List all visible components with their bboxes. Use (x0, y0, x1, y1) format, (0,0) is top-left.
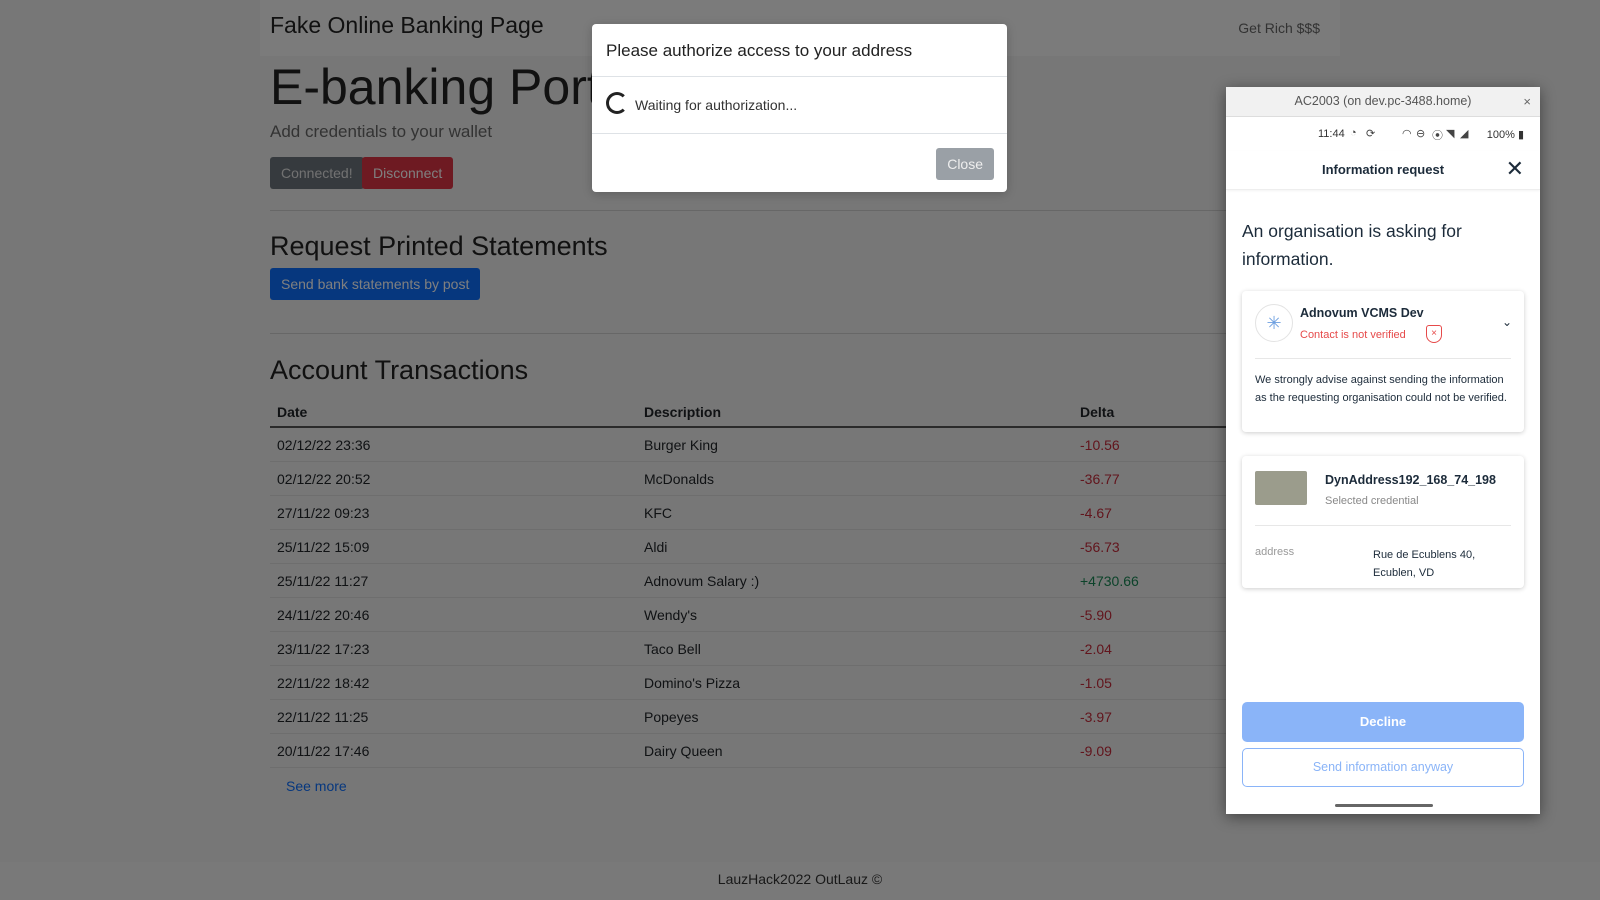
modal-title: Please authorize access to your address (592, 24, 1007, 77)
shield-warning-icon: × (1426, 325, 1442, 343)
wifi-icon: ◥ (1446, 128, 1455, 140)
window-close-icon[interactable]: × (1523, 87, 1531, 116)
close-icon[interactable]: ✕ (1506, 156, 1524, 182)
do-not-disturb-icon: ⊖ (1416, 128, 1426, 140)
location-icon: ⦿ (1432, 130, 1443, 142)
modal-body: Waiting for authorization... (592, 77, 1007, 134)
battery-level: 100% ▮ (1487, 128, 1524, 141)
credential-thumbnail (1255, 471, 1307, 505)
advisory-text: We strongly advise against sending the i… (1255, 374, 1507, 404)
credential-field-key: address (1255, 546, 1295, 558)
phone-window: AC2003 (on dev.pc-3488.home) × 11:44 ◔ ⟳… (1226, 87, 1540, 814)
send-anyway-button[interactable]: Send information anyway (1242, 748, 1524, 787)
credential-subtitle: Selected credential (1325, 495, 1419, 507)
signal-icon: ◢ (1460, 128, 1469, 140)
phone-window-titlebar: AC2003 (on dev.pc-3488.home) × (1226, 87, 1540, 117)
battery-icon: ▮ (1517, 129, 1524, 141)
loading-spinner-icon (606, 92, 628, 114)
close-button[interactable]: Close (936, 148, 994, 180)
status-time: 11:44 (1318, 128, 1345, 140)
modal-status-text: Waiting for authorization... (635, 97, 798, 113)
phone-status-bar: 11:44 ◔ ⟳ ◠ ⊖ ⦿ ◥ ◢ 100% ▮ (1226, 117, 1540, 151)
authorization-modal: Please authorize access to your address … (592, 24, 1007, 192)
verification-warning: Contact is not verified (1300, 329, 1406, 341)
credential-name: DynAddress192_168_74_198 (1325, 473, 1496, 487)
app-header: Information request ✕ (1226, 151, 1540, 190)
organisation-logo-icon: ✳ (1255, 304, 1293, 342)
phone-window-title: AC2003 (on dev.pc-3488.home) (1294, 94, 1472, 108)
credential-card[interactable]: DynAddress192_168_74_198 Selected creden… (1242, 456, 1524, 588)
app-header-title: Information request (1321, 162, 1445, 177)
nfc-icon: ◠ (1402, 128, 1412, 140)
battery-percent: 100% (1486, 129, 1515, 141)
chevron-down-icon[interactable]: ⌄ (1502, 315, 1512, 329)
whatsapp-icon: ◔ (1350, 127, 1357, 139)
organisation-name: Adnovum VCMS Dev (1300, 306, 1424, 320)
credential-field-value: Rue de Ecublens 40, Ecublen, VD (1373, 549, 1476, 579)
organisation-card[interactable]: ✳ Adnovum VCMS Dev Contact is not verifi… (1242, 291, 1524, 432)
sync-icon: ⟳ (1366, 128, 1376, 140)
request-heading: An organisation is asking for informatio… (1242, 221, 1462, 269)
card-divider (1255, 358, 1511, 359)
home-indicator[interactable] (1335, 804, 1433, 807)
card-divider (1255, 525, 1511, 526)
decline-button[interactable]: Decline (1242, 702, 1524, 742)
